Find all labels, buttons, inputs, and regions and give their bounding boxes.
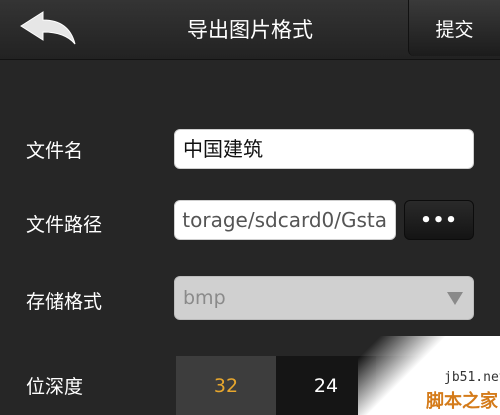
watermark-site: jb51.net [444,370,500,385]
browse-path-button[interactable]: ••• [404,200,474,240]
submit-button[interactable]: 提交 [408,0,500,56]
file-path-label: 文件路径 [26,214,103,236]
bit-depth-label: 位深度 [26,376,84,398]
filename-label: 文件名 [26,140,84,162]
filename-input[interactable]: 中国建筑 [174,129,474,169]
bit-depth-option-32[interactable]: 32 [176,356,276,415]
watermark-name: 脚本之家 [426,391,498,412]
storage-format-select[interactable]: bmp [174,276,474,320]
storage-format-value: bmp [183,287,226,309]
top-bar: 导出图片格式 提交 [0,0,500,60]
dropdown-arrow-icon [447,292,463,305]
file-path-input[interactable]: torage/sdcard0/Gsta [174,200,396,240]
storage-format-label: 存储格式 [26,291,103,313]
file-path-value: torage/sdcard0/Gsta [182,208,387,232]
